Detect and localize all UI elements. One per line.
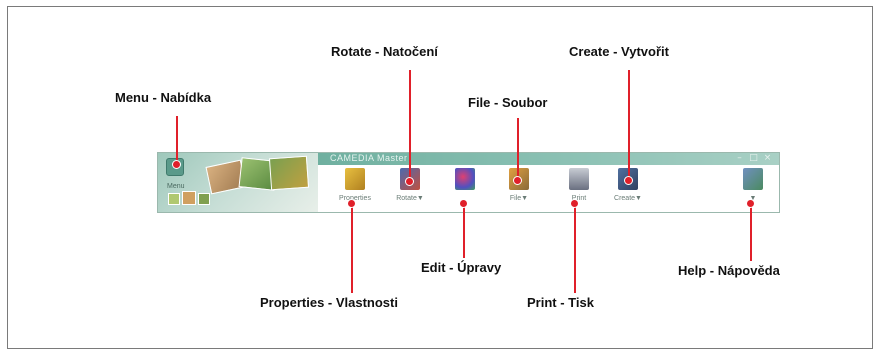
photo-thumbnail — [182, 191, 196, 205]
rotate-pointer-dot — [405, 177, 414, 186]
file-button[interactable]: File▼ — [502, 168, 536, 208]
photo-thumbnail — [168, 193, 180, 205]
file-caption: File▼ — [509, 195, 529, 202]
print-pointer-line — [574, 203, 576, 293]
minimize-icon[interactable]: – — [735, 154, 744, 163]
edit-icon — [455, 168, 475, 190]
callout-file-label: File - Soubor — [468, 95, 548, 110]
help-pointer-dot — [746, 199, 755, 208]
menu-pointer-dot — [172, 160, 181, 169]
create-pointer-dot — [624, 176, 633, 185]
properties-icon — [345, 168, 365, 190]
print-caption: Print — [571, 195, 587, 202]
create-caption: Create▼ — [614, 195, 642, 202]
callout-edit-label: Edit - Úpravy — [421, 260, 502, 275]
maximize-icon[interactable]: □ — [749, 154, 758, 163]
print-pointer-dot — [570, 199, 579, 208]
photo-collage-image — [268, 155, 310, 191]
callout-rotate-label: Rotate - Natočení — [331, 44, 438, 59]
help-icon — [743, 168, 763, 190]
callout-print-label: Print - Tisk — [527, 295, 594, 310]
window-title: CAMEDIA Master — [330, 153, 408, 163]
photo-thumbnail — [198, 193, 210, 205]
edit-pointer-line — [463, 203, 465, 258]
callout-menu-label: Menu - Nabídka — [115, 90, 212, 105]
create-pointer-line — [628, 70, 630, 180]
menu-panel[interactable]: Menu — [158, 153, 318, 212]
rotate-pointer-line — [409, 70, 411, 181]
camedia-toolbar: Menu CAMEDIA Master – □ × Properties Rot… — [157, 152, 780, 213]
rotate-caption: Rotate▼ — [396, 195, 424, 202]
callout-help-label: Help - Nápověda — [678, 263, 780, 278]
menu-pointer-line — [176, 116, 178, 164]
callout-properties-label: Properties - Vlastnosti — [260, 295, 398, 310]
properties-pointer-dot — [347, 199, 356, 208]
help-pointer-line — [750, 203, 752, 261]
file-pointer-dot — [513, 176, 522, 185]
edit-pointer-dot — [459, 199, 468, 208]
print-icon — [569, 168, 589, 190]
print-button[interactable]: Print — [562, 168, 596, 208]
close-icon[interactable]: × — [763, 154, 772, 163]
menu-caption: Menu — [167, 183, 185, 190]
properties-pointer-line — [351, 203, 353, 293]
callout-create-label: Create - Vytvořit — [569, 44, 669, 59]
file-pointer-line — [517, 118, 519, 180]
